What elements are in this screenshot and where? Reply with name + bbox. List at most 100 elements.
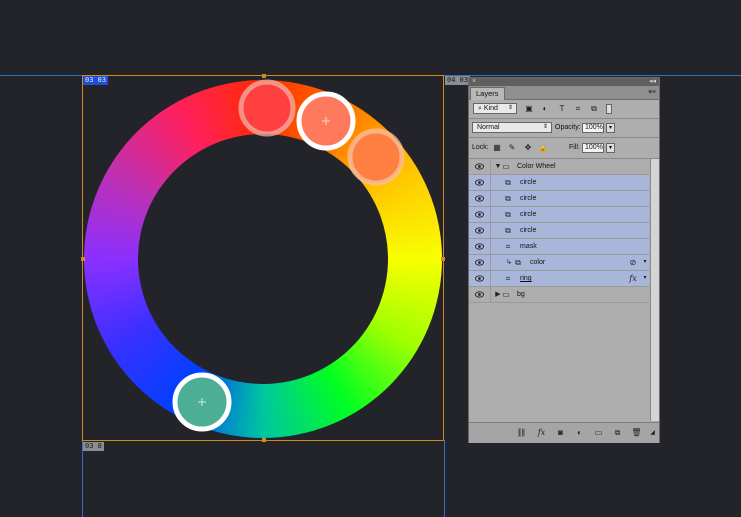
lock-label: Lock: [472, 144, 489, 151]
visibility-eye-icon[interactable] [475, 179, 484, 186]
lock-pixels-icon[interactable]: ✎ [507, 143, 517, 153]
filter-toggle[interactable] [606, 104, 612, 114]
fill-field[interactable]: 100% [582, 143, 604, 153]
layer-row-circle[interactable]: ⧉ circle [469, 207, 649, 223]
visibility-eye-icon[interactable] [475, 275, 484, 282]
collapse-icon[interactable]: ◂◂ [649, 78, 656, 86]
fill-dropdown-button[interactable]: ▾ [606, 143, 615, 153]
layer-row-ring[interactable]: ⌗ ring fx ▾ [469, 271, 649, 287]
fx-icon[interactable]: fx [628, 274, 638, 283]
lock-position-icon[interactable]: ✥ [523, 143, 533, 153]
resize-grip-icon[interactable]: ◢ [647, 428, 658, 438]
transform-handle-top[interactable] [262, 74, 266, 78]
filter-shape-icon[interactable]: ⌗ [573, 104, 583, 114]
blend-mode-value: Normal [477, 124, 500, 131]
filter-type-icon[interactable]: T [557, 104, 567, 114]
layer-name: circle [520, 211, 537, 218]
transform-handle-left[interactable] [81, 257, 85, 261]
tab-layers[interactable]: Layers [470, 87, 505, 100]
panel-bottom-bar: ⛓ fx ◙ ◐ ▭ ⧉ 🗑 ◢ [469, 422, 659, 443]
layers-panel: × ◂◂ Layers ▾≡ ⌕ Kind ⇕ ▣ ◐ T ⌗ ⧉ Normal ⇕… [468, 77, 660, 443]
opacity-dropdown-button[interactable]: ▾ [606, 123, 615, 133]
divider [490, 223, 491, 239]
layer-row-circle[interactable]: ⧉ circle [469, 191, 649, 207]
filter-adjustment-icon[interactable]: ◐ [540, 104, 550, 114]
vertical-guide-right[interactable] [444, 440, 445, 517]
lock-row: Lock: ▦ ✎ ✥ 🔒 Fill: 100% ▾ [469, 139, 659, 157]
shape-layer-icon: ⌗ [505, 242, 511, 251]
opacity-field[interactable]: 100% [582, 123, 604, 133]
new-layer-icon[interactable]: ⧉ [612, 428, 623, 438]
add-mask-icon[interactable]: ◙ [555, 428, 566, 438]
search-icon: ⌕ [478, 105, 482, 112]
smart-object-icon: ⧉ [505, 178, 511, 187]
lock-all-icon[interactable]: 🔒 [538, 143, 548, 153]
link-layers-icon[interactable]: ⛓ [516, 428, 527, 438]
layer-name: mask [520, 243, 537, 250]
visibility-eye-icon[interactable] [475, 291, 484, 298]
transform-bounding-box[interactable] [81, 74, 445, 442]
visibility-eye-icon[interactable] [475, 163, 484, 170]
delete-layer-icon[interactable]: 🗑 [631, 428, 642, 438]
layer-row-color[interactable]: ↳ ⧉ color ⊘ ▾ [469, 255, 649, 271]
folder-icon: ▭ [502, 162, 510, 171]
folder-icon: ▭ [502, 290, 510, 299]
layer-name: Color Wheel [517, 163, 556, 170]
expand-arrow-icon[interactable]: ▾ [640, 258, 650, 267]
select-arrows-icon: ⇕ [542, 124, 548, 130]
divider [490, 271, 491, 287]
layer-row-bg[interactable]: ▶ ▭ bg [469, 287, 649, 303]
smart-object-icon: ⧉ [505, 226, 511, 235]
visibility-eye-icon[interactable] [475, 259, 484, 266]
divider [490, 207, 491, 223]
new-adjustment-icon[interactable]: ◐ [574, 428, 585, 438]
link-icon[interactable]: ⊘ [628, 258, 638, 267]
filter-smart-object-icon[interactable]: ⧉ [589, 104, 599, 114]
layer-name: ring [520, 275, 532, 282]
blend-row: Normal ⇕ Opacity: 100% ▾ [469, 120, 659, 136]
expand-arrow-icon[interactable]: ▾ [640, 274, 650, 283]
divider [490, 191, 491, 207]
panel-tab-bar: Layers ▾≡ [469, 86, 659, 100]
filter-kind-select[interactable]: ⌕ Kind ⇕ [473, 103, 517, 114]
panel-title-bar[interactable]: × ◂◂ [469, 78, 659, 86]
divider [490, 287, 491, 303]
add-style-icon[interactable]: fx [536, 428, 547, 438]
layer-row-mask[interactable]: ⌗ mask [469, 239, 649, 255]
filter-pixel-icon[interactable]: ▣ [524, 104, 534, 114]
filter-kind-value: Kind [483, 105, 498, 112]
divider [469, 118, 659, 119]
opacity-label: Opacity: [555, 124, 581, 131]
fill-label: Fill: [569, 144, 580, 151]
transform-handle-right[interactable] [441, 257, 445, 261]
divider [490, 175, 491, 191]
divider [490, 255, 491, 271]
divider [490, 159, 491, 175]
vertical-guide-left[interactable] [82, 440, 83, 517]
visibility-eye-icon[interactable] [475, 227, 484, 234]
divider [469, 137, 659, 138]
layers-scrollbar[interactable] [650, 159, 659, 421]
visibility-eye-icon[interactable] [475, 211, 484, 218]
layer-row-circle[interactable]: ⧉ circle [469, 223, 649, 239]
close-icon[interactable]: × [472, 78, 476, 86]
filter-row: ⌕ Kind ⇕ ▣ ◐ T ⌗ ⧉ [469, 101, 659, 117]
select-arrows-icon: ⇕ [507, 105, 513, 111]
visibility-eye-icon[interactable] [475, 243, 484, 250]
coordinate-tag-top-right: 04 03 [445, 76, 471, 85]
layer-row-color-wheel[interactable]: ▼ ▭ Color Wheel [469, 159, 649, 175]
layer-name: bg [517, 291, 525, 298]
layers-list: ▼ ▭ Color Wheel ⧉ circle ⧉ circle ⧉ circ… [469, 159, 649, 303]
panel-menu-icon[interactable]: ▾≡ [648, 88, 656, 96]
coordinate-tag-bottom-left: 03 8 [83, 442, 104, 451]
divider [490, 239, 491, 255]
lock-transparency-icon[interactable]: ▦ [492, 143, 502, 153]
transform-handle-bottom[interactable] [262, 438, 266, 442]
smart-object-icon: ⧉ [505, 210, 511, 219]
smart-object-icon: ⧉ [505, 194, 511, 203]
layer-row-circle[interactable]: ⧉ circle [469, 175, 649, 191]
visibility-eye-icon[interactable] [475, 195, 484, 202]
new-group-icon[interactable]: ▭ [593, 428, 604, 438]
blend-mode-select[interactable]: Normal ⇕ [472, 122, 552, 133]
shape-layer-icon: ⌗ [505, 274, 511, 283]
